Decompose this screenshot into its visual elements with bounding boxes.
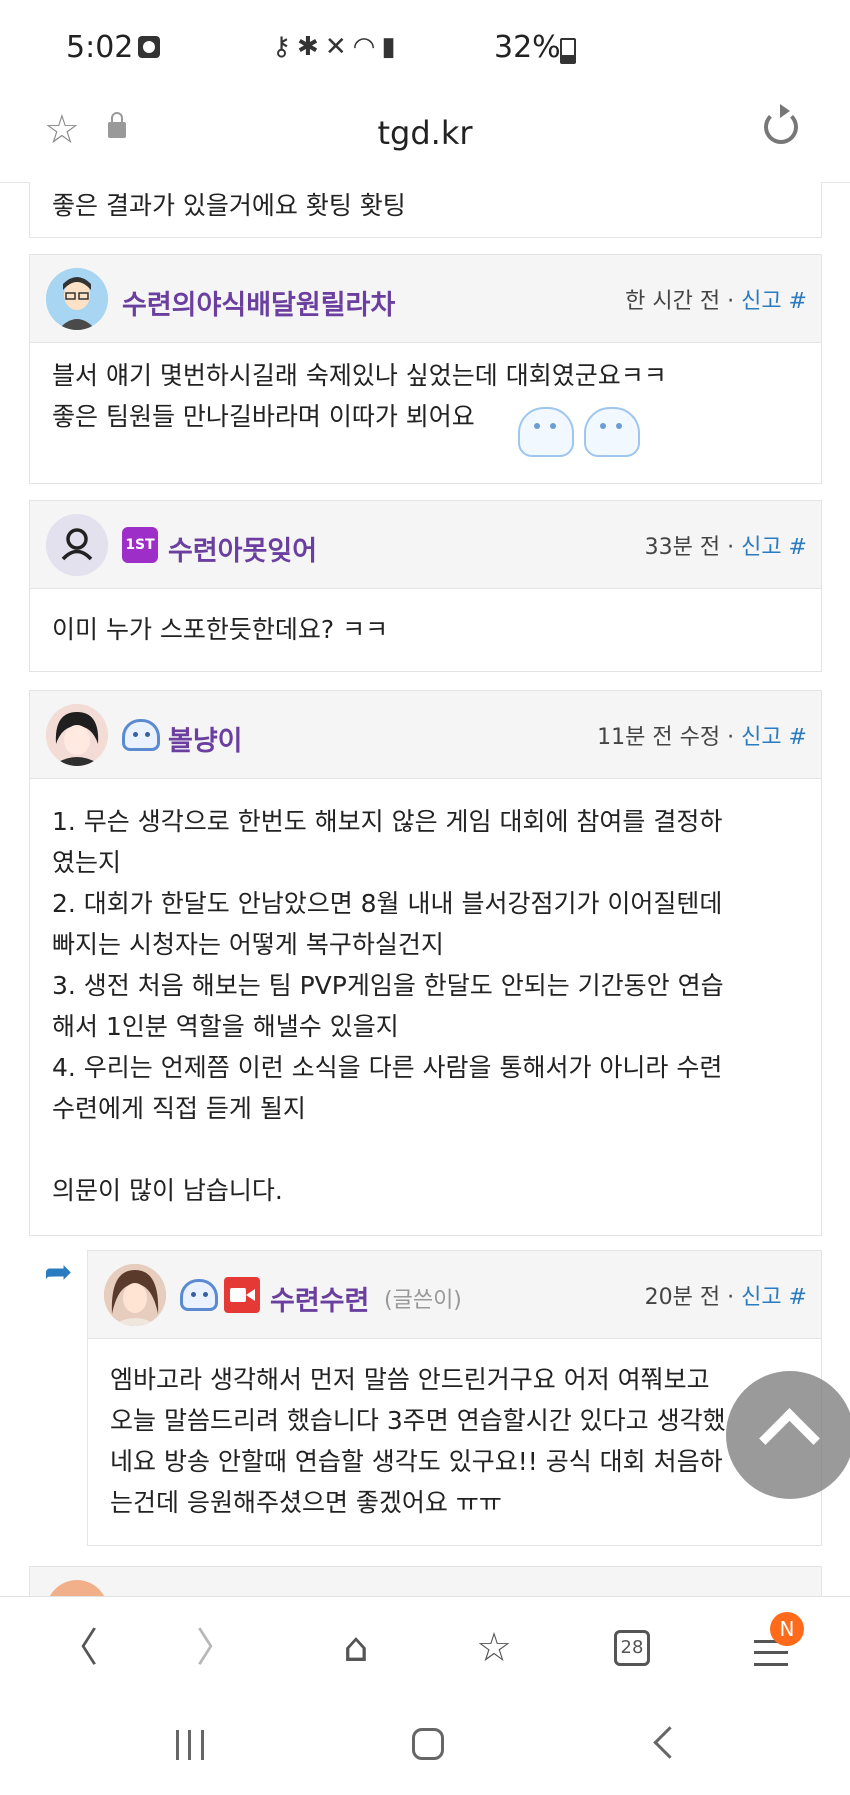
emoticon	[584, 407, 640, 457]
report-link[interactable]: 신고 #	[741, 1285, 807, 1310]
comment-card: 좋은 결과가 있을거에요 홧팅 홧팅	[29, 182, 822, 238]
profile-photo	[46, 704, 108, 766]
comment-time: 11분 전 수정	[597, 725, 721, 750]
report-link[interactable]: 신고 #	[741, 725, 807, 750]
comment-header	[30, 1567, 821, 1596]
comment-card: 1ST 수련아못잊어 33분 전 · 신고 # 이미 누가 스포한듯한데요? ㅋ…	[29, 500, 822, 672]
ghost-badge-icon	[122, 719, 160, 751]
bookmarks-icon[interactable]: ☆	[464, 1623, 524, 1673]
status-icons: ⚷✱✕◠▮	[272, 32, 402, 62]
comment-body: 좋은 결과가 있을거에요 홧팅 홧팅	[52, 191, 406, 220]
author-tag: (글쓴이)	[384, 1288, 462, 1313]
menu-new-badge: N	[770, 1612, 804, 1646]
bluetooth-icon: ✱	[297, 32, 325, 62]
home-icon[interactable]: ⌂	[326, 1623, 386, 1673]
comment-nickname[interactable]: 수련의야식배달원릴라차	[122, 283, 395, 322]
emoticon	[518, 407, 574, 457]
reply-arrow-icon: ➦	[44, 1252, 73, 1292]
avatar[interactable]	[46, 704, 108, 766]
meta-separator: ·	[727, 289, 742, 314]
browser-bottom-nav	[0, 1596, 850, 1701]
comment-meta: 33분 전 · 신고 #	[645, 529, 807, 561]
comment-header: 수련의야식배달원릴라차 한 시간 전 · 신고 #	[30, 255, 821, 343]
comment-nickname[interactable]: 수련아못잊어	[168, 529, 317, 568]
status-time: 5:02	[66, 30, 134, 65]
default-avatar-icon	[46, 514, 108, 576]
subscriber-badge: 1ST	[122, 527, 158, 563]
comment-card	[29, 1566, 822, 1596]
avatar[interactable]	[104, 1264, 166, 1326]
system-home-icon[interactable]	[412, 1728, 444, 1760]
comment-body: 1. 무슨 생각으로 한번도 해보지 않은 게임 대회에 참여를 결정하 였는지…	[52, 807, 724, 1205]
comment-list[interactable]: 좋은 결과가 있을거에요 홧팅 홧팅 수련의야식배달원릴라차 한 시간 전 · …	[0, 182, 850, 1596]
url-text[interactable]: tgd.kr	[0, 114, 850, 152]
ghost-badge-icon	[180, 1279, 218, 1311]
comment-header: 볼냥이 11분 전 수정 · 신고 #	[30, 691, 821, 779]
comment-header: 1ST 수련아못잊어 33분 전 · 신고 #	[30, 501, 821, 589]
report-link[interactable]: 신고 #	[741, 289, 807, 314]
comment-time: 33분 전	[644, 535, 721, 560]
report-link[interactable]: 신고 #	[741, 535, 807, 560]
comment-nickname[interactable]: 볼냥이	[168, 719, 243, 758]
scroll-to-top-button[interactable]	[726, 1371, 850, 1499]
comment-time: 한 시간 전	[625, 289, 721, 314]
comment-card: 수련의야식배달원릴라차 한 시간 전 · 신고 # 블서 얘기 몇번하시길래 숙…	[29, 254, 822, 484]
comment-card: 볼냥이 11분 전 수정 · 신고 # 1. 무슨 생각으로 한번도 해보지 않…	[29, 690, 822, 1236]
meta-separator: ·	[727, 725, 742, 750]
back-icon[interactable]: 〈	[48, 1623, 108, 1673]
meta-separator: ·	[727, 535, 742, 560]
comment-body: 이미 누가 스포한듯한데요? ㅋㅋ	[52, 615, 389, 644]
comment-nickname[interactable]: 수련수련	[270, 1279, 369, 1318]
recent-apps-icon[interactable]	[176, 1730, 204, 1760]
mute-icon: ✕	[324, 32, 353, 62]
avatar[interactable]	[46, 268, 108, 330]
streamer-camera-icon	[224, 1277, 260, 1313]
wifi-icon: ◠	[352, 32, 382, 62]
signal-icon: ▮	[381, 32, 402, 62]
meta-separator: ·	[727, 1285, 742, 1310]
avatar-illustration	[46, 268, 108, 330]
comment-meta: 20분 전 · 신고 #	[645, 1279, 807, 1311]
comment-meta: 한 시간 전 · 신고 #	[625, 283, 807, 315]
reply-card: 수련수련 (글쓴이) 20분 전 · 신고 # 엠바고라 생각해서 먼저 말씀 …	[87, 1250, 822, 1546]
battery-fill	[562, 54, 574, 62]
comment-header: 수련수련 (글쓴이) 20분 전 · 신고 #	[88, 1251, 821, 1339]
comment-time: 20분 전	[644, 1285, 721, 1310]
comment-body: 엠바고라 생각해서 먼저 말씀 안드린거구요 어저 여쭤보고 오늘 말씀드리려 …	[110, 1365, 726, 1517]
forward-icon[interactable]: 〉	[186, 1623, 246, 1673]
alarm-icon	[138, 36, 160, 58]
tabs-icon[interactable]: 28	[614, 1630, 650, 1666]
avatar[interactable]	[46, 1580, 108, 1596]
key-icon: ⚷	[272, 32, 298, 62]
avatar[interactable]	[46, 514, 108, 576]
profile-photo	[104, 1264, 166, 1326]
status-bar: 5:02 ⚷✱✕◠▮ 32%	[0, 0, 850, 96]
battery-icon	[560, 38, 576, 64]
comment-body: 블서 얘기 몇번하시길래 숙제있나 싶었는데 대회였군요ㅋㅋ 좋은 팀원들 만나…	[52, 361, 667, 431]
comment-meta: 11분 전 수정 · 신고 #	[597, 719, 807, 751]
reload-icon[interactable]	[764, 104, 798, 144]
battery-percent: 32%	[494, 30, 561, 65]
